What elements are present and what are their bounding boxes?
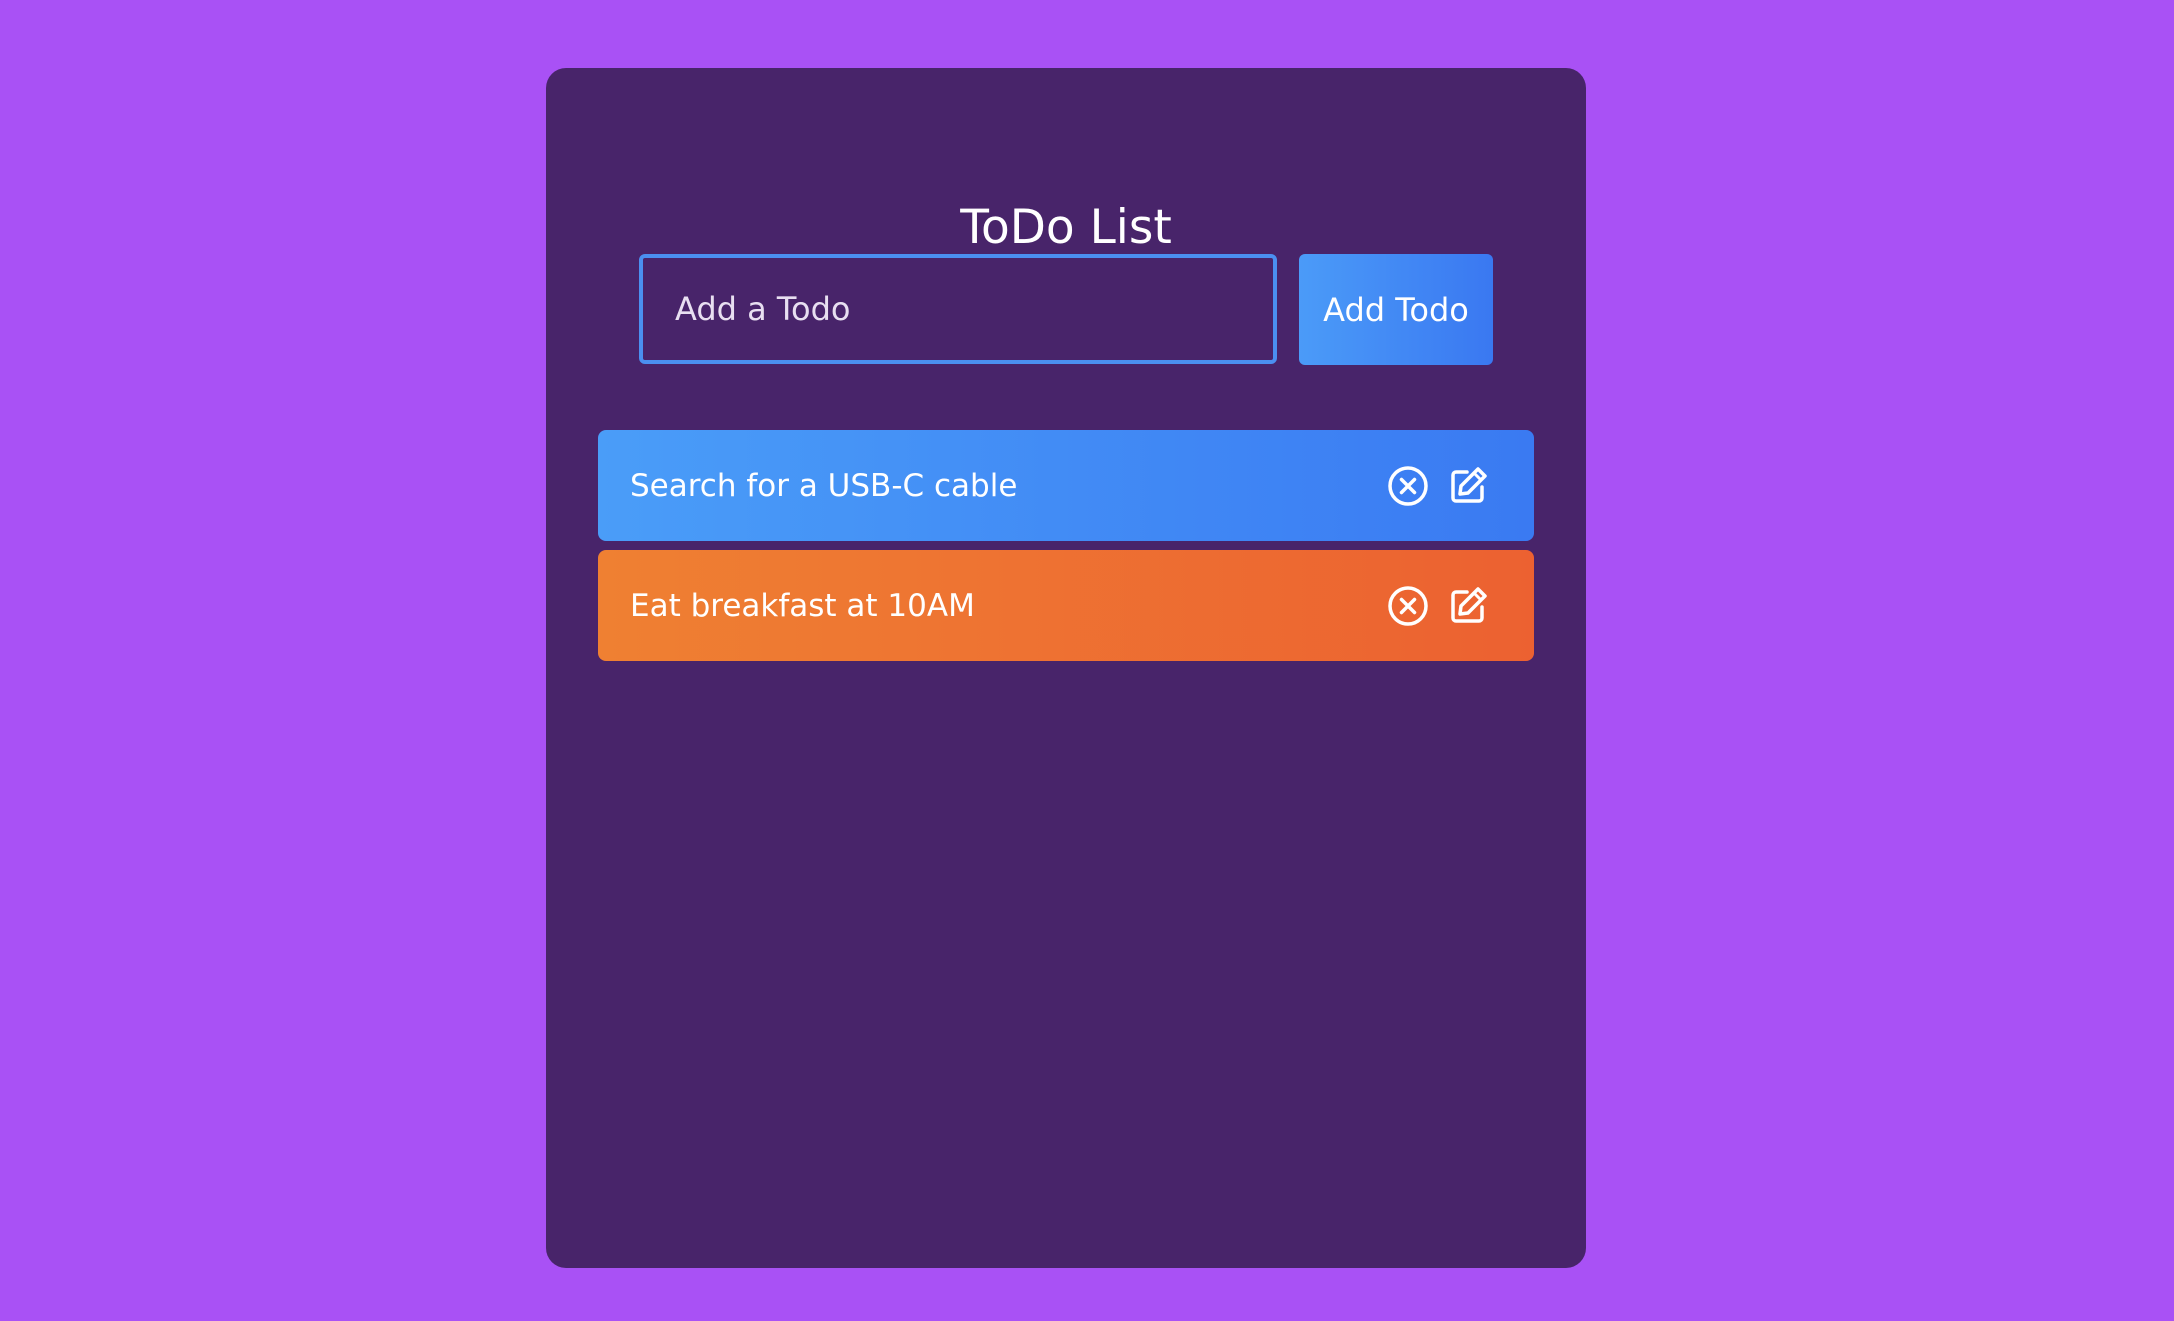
close-circle-icon[interactable] [1387,585,1429,627]
todo-item: Search for a USB-C cable [598,430,1534,541]
todo-item: Eat breakfast at 10AM [598,550,1534,661]
todo-input[interactable] [639,254,1277,364]
edit-icon[interactable] [1447,585,1489,627]
page-title: ToDo List [960,200,1172,255]
todo-item-actions [1387,465,1489,507]
todo-card: ToDo List Add Todo Search for a USB-C ca… [546,68,1586,1268]
todo-item-actions [1387,585,1489,627]
add-todo-button[interactable]: Add Todo [1299,254,1493,365]
close-circle-icon[interactable] [1387,465,1429,507]
edit-icon[interactable] [1447,465,1489,507]
todo-list: Search for a USB-C cable Eat breakfast a… [598,430,1534,670]
todo-item-text: Eat breakfast at 10AM [630,587,975,624]
todo-item-text: Search for a USB-C cable [630,467,1018,504]
